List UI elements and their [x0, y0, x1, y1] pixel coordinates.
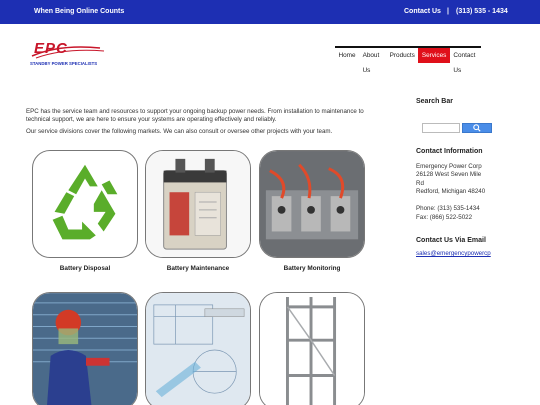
logo-subtitle: STANDBY POWER SPECIALISTS: [30, 61, 98, 66]
email-section: Contact Us Via Email sales@emergencypowe…: [416, 237, 491, 257]
nav-home[interactable]: Home: [335, 48, 359, 63]
contact-title: Contact Information: [416, 148, 483, 155]
nav-about-us[interactable]: About Us: [359, 48, 386, 74]
battery-disposal-caption[interactable]: Battery Disposal: [32, 265, 138, 272]
top-bar: When Being Online Counts Contact Us | (3…: [0, 0, 540, 24]
nav-contact-us[interactable]: Contact Us: [450, 48, 481, 74]
intro-text: EPC has the service team and resources t…: [26, 108, 366, 141]
main-nav: Home About Us Products Services Contact …: [335, 46, 481, 74]
battery-monitoring-caption[interactable]: Battery Monitoring: [259, 265, 365, 272]
battery-maintenance-caption[interactable]: Battery Maintenance: [145, 265, 251, 272]
battery-disposal-tile[interactable]: [32, 150, 138, 258]
top-separator: |: [447, 8, 449, 15]
technician-image: [33, 293, 137, 405]
search-bar: [422, 123, 492, 133]
search-icon: [473, 124, 481, 132]
nav-services[interactable]: Services: [418, 48, 450, 63]
battery-image: [146, 151, 250, 257]
blueprint-tile[interactable]: [145, 292, 251, 405]
technician-tile[interactable]: [32, 292, 138, 405]
intro-paragraph-1: EPC has the service team and resources t…: [26, 108, 364, 123]
search-input[interactable]: [422, 123, 460, 133]
battery-maintenance-tile[interactable]: [145, 150, 251, 258]
search-section: Search Bar: [416, 98, 453, 105]
site-logo[interactable]: EPC STANDBY POWER SPECIALISTS: [30, 40, 108, 72]
monitoring-image: [260, 151, 364, 257]
fax-number: Fax: (866) 522-5022: [416, 213, 473, 221]
battery-monitoring-tile[interactable]: [259, 150, 365, 258]
blueprint-image: [146, 293, 250, 405]
recycle-icon: [52, 164, 118, 240]
search-button[interactable]: [462, 123, 492, 133]
email-title: Contact Us Via Email: [416, 237, 486, 244]
top-phone[interactable]: (313) 535 - 1434: [456, 8, 508, 15]
phone-number: Phone: (313) 535-1434: [416, 204, 480, 212]
logo-mark: EPC: [34, 40, 68, 57]
top-contact-link[interactable]: Contact Us: [404, 8, 441, 15]
address-line-3: Redford, Michigan 48240: [416, 188, 486, 196]
company-name: Emergency Power Corp: [416, 162, 482, 170]
address-line-2: Rd: [416, 179, 424, 187]
contact-info: Contact Information Emergency Power Corp…: [416, 148, 485, 222]
address-line-1: 26128 West Seven Mile: [416, 171, 482, 179]
email-link[interactable]: sales@emergencypowercp: [416, 250, 491, 257]
search-title: Search Bar: [416, 98, 453, 105]
structure-tile[interactable]: [259, 292, 365, 405]
tagline: When Being Online Counts: [34, 8, 125, 15]
intro-paragraph-2: Our service divisions cover the followin…: [26, 128, 333, 136]
nav-products[interactable]: Products: [386, 48, 418, 63]
rack-structure-image: [260, 293, 364, 405]
